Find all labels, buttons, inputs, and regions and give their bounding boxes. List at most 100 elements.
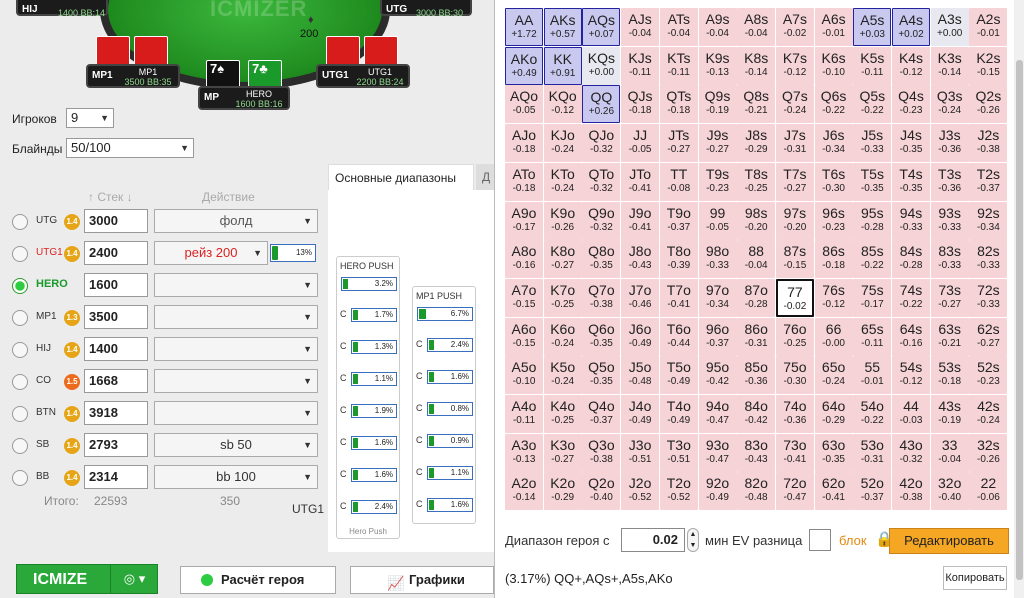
hand-cell[interactable]: KQs +0.00 bbox=[582, 46, 621, 85]
hand-cell[interactable]: 82s -0.33 bbox=[969, 240, 1008, 279]
hand-cell[interactable]: K8s -0.14 bbox=[737, 46, 776, 85]
push-item[interactable]: C 1.6% bbox=[413, 363, 475, 395]
hand-cell[interactable]: J4o -0.49 bbox=[621, 395, 660, 433]
hand-cell[interactable]: T4o -0.49 bbox=[659, 395, 698, 433]
hand-cell[interactable]: K2s -0.15 bbox=[969, 46, 1008, 85]
raise-range-bar[interactable]: 13% bbox=[270, 244, 316, 262]
hand-cell[interactable]: KJo -0.24 bbox=[543, 124, 582, 163]
hand-cell[interactable]: Q6s -0.22 bbox=[814, 85, 853, 124]
stack-input[interactable]: 1400 bbox=[84, 337, 148, 361]
hero-calc-button[interactable]: Расчёт героя bbox=[180, 566, 336, 594]
hand-cell[interactable]: T9s -0.23 bbox=[698, 162, 737, 201]
hand-cell[interactable]: 62o -0.41 bbox=[814, 472, 853, 511]
range-threshold-input[interactable]: 0.02 bbox=[621, 528, 685, 552]
hand-cell[interactable]: 42o -0.38 bbox=[892, 472, 930, 511]
hand-cell[interactable]: Q2s -0.26 bbox=[969, 85, 1008, 124]
hand-cell[interactable]: AQo -0.05 bbox=[505, 85, 543, 124]
hand-cell[interactable]: K4s -0.12 bbox=[892, 46, 930, 85]
hand-cell[interactable]: 88 -0.04 bbox=[737, 240, 776, 279]
hand-cell[interactable]: TT -0.08 bbox=[659, 162, 698, 201]
hand-cell[interactable]: 72o -0.47 bbox=[775, 472, 814, 511]
hand-cell[interactable]: 43o -0.32 bbox=[892, 433, 930, 472]
hand-cell[interactable]: 64s -0.16 bbox=[892, 317, 930, 356]
push-item[interactable]: C 1.1% bbox=[413, 459, 475, 491]
hand-cell[interactable]: J6s -0.34 bbox=[814, 124, 853, 163]
hand-cell[interactable]: Q3s -0.24 bbox=[930, 85, 969, 124]
hand-cell[interactable]: Q7s -0.24 bbox=[775, 85, 814, 124]
hand-cell[interactable]: AQs +0.07 bbox=[582, 8, 621, 46]
push-item[interactable]: C 2.4% bbox=[337, 493, 399, 525]
hand-cell[interactable]: T8s -0.25 bbox=[737, 162, 776, 201]
hand-cell[interactable]: Q6o -0.35 bbox=[582, 317, 621, 356]
hand-cell[interactable]: K8o -0.27 bbox=[543, 240, 582, 279]
hand-cell[interactable]: 32s -0.26 bbox=[969, 433, 1008, 472]
hand-cell[interactable]: 85s -0.22 bbox=[853, 240, 892, 279]
stack-header[interactable]: ↑ Стек ↓ bbox=[88, 190, 133, 204]
action-select[interactable]: ▼ bbox=[154, 369, 318, 393]
hand-cell[interactable]: Q4o -0.37 bbox=[582, 395, 621, 433]
push-item[interactable]: C 1.7% bbox=[337, 301, 399, 333]
hand-cell[interactable]: A7o -0.15 bbox=[505, 278, 543, 317]
hand-cell[interactable]: AKs +0.57 bbox=[543, 8, 582, 46]
hand-cell[interactable]: 64o -0.29 bbox=[814, 395, 853, 433]
hand-cell[interactable]: 43s -0.19 bbox=[930, 395, 969, 433]
hand-cell[interactable]: T2s -0.37 bbox=[969, 162, 1008, 201]
hand-cell[interactable]: 66 -0.00 bbox=[814, 317, 853, 356]
hand-cell[interactable]: J8s -0.29 bbox=[737, 124, 776, 163]
hand-cell[interactable]: Q3o -0.38 bbox=[582, 433, 621, 472]
hand-cell[interactable]: 93o -0.47 bbox=[698, 433, 737, 472]
hand-cell[interactable]: A3o -0.13 bbox=[505, 433, 543, 472]
hand-cell[interactable]: 96o -0.37 bbox=[698, 317, 737, 356]
hand-cell[interactable]: 92s -0.34 bbox=[969, 201, 1008, 240]
hand-cell[interactable]: 85o -0.36 bbox=[737, 356, 776, 395]
hand-cell[interactable]: T6s -0.30 bbox=[814, 162, 853, 201]
hand-cell[interactable]: Q9o -0.32 bbox=[582, 201, 621, 240]
copy-button[interactable]: Копировать bbox=[943, 566, 1007, 590]
action-select[interactable]: sb 50 ▼ bbox=[154, 433, 318, 457]
hand-cell[interactable]: 73s -0.27 bbox=[930, 278, 969, 317]
hand-cell[interactable]: QQ +0.26 bbox=[582, 85, 621, 124]
hand-cell[interactable]: J5o -0.48 bbox=[621, 356, 660, 395]
hand-cell[interactable]: K3s -0.14 bbox=[930, 46, 969, 85]
hand-cell[interactable]: 76s -0.12 bbox=[814, 278, 853, 317]
stack-input[interactable]: 1668 bbox=[84, 369, 148, 393]
hand-cell[interactable]: 83s -0.33 bbox=[930, 240, 969, 279]
hand-cell[interactable]: 55 -0.01 bbox=[853, 356, 892, 395]
hand-cell[interactable]: J3o -0.51 bbox=[621, 433, 660, 472]
hand-cell[interactable]: A6o -0.15 bbox=[505, 317, 543, 356]
edit-button[interactable]: Редактировать bbox=[889, 528, 1009, 554]
hand-cell[interactable]: 74o -0.36 bbox=[775, 395, 814, 433]
hand-cell[interactable]: AA +1.72 bbox=[505, 8, 543, 46]
hand-cell[interactable]: 62s -0.27 bbox=[969, 317, 1008, 356]
hand-cell[interactable]: Q5o -0.35 bbox=[582, 356, 621, 395]
hand-cell[interactable]: A6s -0.01 bbox=[814, 8, 853, 46]
push-item[interactable]: C 1.3% bbox=[337, 333, 399, 365]
hand-cell[interactable]: K9s -0.13 bbox=[698, 46, 737, 85]
hand-cell[interactable]: 99 -0.05 bbox=[698, 201, 737, 240]
hand-cell[interactable]: J7o -0.46 bbox=[621, 278, 660, 317]
hand-cell[interactable]: KQo -0.12 bbox=[543, 85, 582, 124]
stack-input[interactable]: 2400 bbox=[84, 241, 148, 265]
hand-cell[interactable]: 92o -0.49 bbox=[698, 472, 737, 511]
hand-cell[interactable]: 52o -0.37 bbox=[853, 472, 892, 511]
hand-cell[interactable]: 87s -0.15 bbox=[775, 240, 814, 279]
hand-cell[interactable]: T6o -0.44 bbox=[659, 317, 698, 356]
hand-cell[interactable]: Q7o -0.38 bbox=[582, 278, 621, 317]
hero-radio[interactable] bbox=[12, 470, 28, 486]
hand-cell[interactable]: 65o -0.24 bbox=[814, 356, 853, 395]
hand-cell[interactable]: J8o -0.43 bbox=[621, 240, 660, 279]
push-item[interactable]: C 0.9% bbox=[413, 427, 475, 459]
scrollbar[interactable] bbox=[1014, 0, 1024, 598]
hand-cell[interactable]: JTo -0.41 bbox=[621, 162, 660, 201]
hand-cell[interactable]: 87o -0.28 bbox=[737, 278, 776, 317]
hand-cell[interactable]: A5s +0.03 bbox=[853, 8, 892, 46]
push-item[interactable]: 3.2% bbox=[337, 275, 399, 301]
hand-cell[interactable]: A3s +0.00 bbox=[930, 8, 969, 46]
hand-cell[interactable]: 94o -0.47 bbox=[698, 395, 737, 433]
hand-cell[interactable]: Q5s -0.22 bbox=[853, 85, 892, 124]
action-select[interactable]: фолд ▼ bbox=[154, 209, 318, 233]
hand-cell[interactable]: 83o -0.43 bbox=[737, 433, 776, 472]
hand-cell[interactable]: AJs -0.04 bbox=[621, 8, 660, 46]
push-item[interactable]: C 1.1% bbox=[337, 365, 399, 397]
hand-cell[interactable]: A8o -0.16 bbox=[505, 240, 543, 279]
